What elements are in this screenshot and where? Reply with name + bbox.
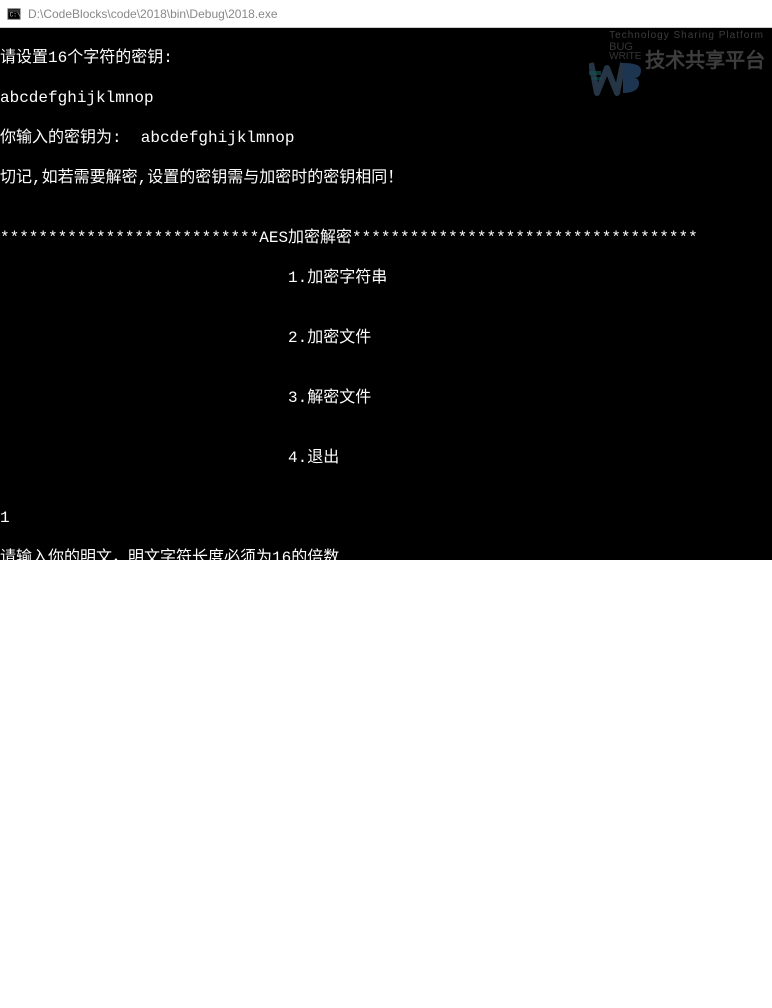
window-title-path: D:\CodeBlocks\code\2018\bin\Debug\2018.e…	[28, 7, 278, 21]
console-line: 3.解密文件	[0, 388, 772, 408]
console-line: 请输入你想要写进的文件名，比如'1.txt':	[0, 728, 772, 748]
console-line: 2.加密文件	[0, 328, 772, 348]
console-line: 1.加密字符串	[0, 268, 772, 288]
console-app-icon: C:\	[6, 6, 22, 22]
window-titlebar: C:\ D:\CodeBlocks\code\2018\bin\Debug\20…	[0, 0, 772, 28]
console-line: ***************************AES加密解密******…	[0, 228, 772, 248]
console-line: 已经将密文写进3.txt中了,可以在运行该程序的当前目录中找到它。	[0, 808, 772, 828]
console-line: 1	[0, 508, 772, 528]
console-line: abcdefghijklmnop	[0, 88, 772, 108]
console-line: 1234567891234567	[0, 588, 772, 608]
console-line: 切记,如若需要解密,设置的密钥需与加密时的密钥相同！	[0, 168, 772, 188]
console-line: 你输入的密钥为: abcdefghijklmnop	[0, 128, 772, 148]
console-line: 请输入你的明文，明文字符长度必须为16的倍数	[0, 548, 772, 568]
console-output[interactable]: 请设置16个字符的密钥: abcdefghijklmnop 你输入的密钥为: a…	[0, 28, 772, 560]
console-line: AES加密中....................	[0, 668, 772, 688]
console-line: Process returned 0 (0x0) execution time …	[0, 888, 772, 908]
console-line: 你输入的明文为: 1234567891234567	[0, 628, 772, 648]
console-line: Press any key to continue.	[0, 928, 772, 948]
console-line: 3.txt	[0, 768, 772, 788]
svg-text:C:\: C:\	[10, 11, 21, 18]
console-line: 4.退出	[0, 448, 772, 468]
watermark-subtitle: Technology Sharing Platform	[609, 30, 764, 41]
console-line: 请设置16个字符的密钥:	[0, 48, 772, 68]
